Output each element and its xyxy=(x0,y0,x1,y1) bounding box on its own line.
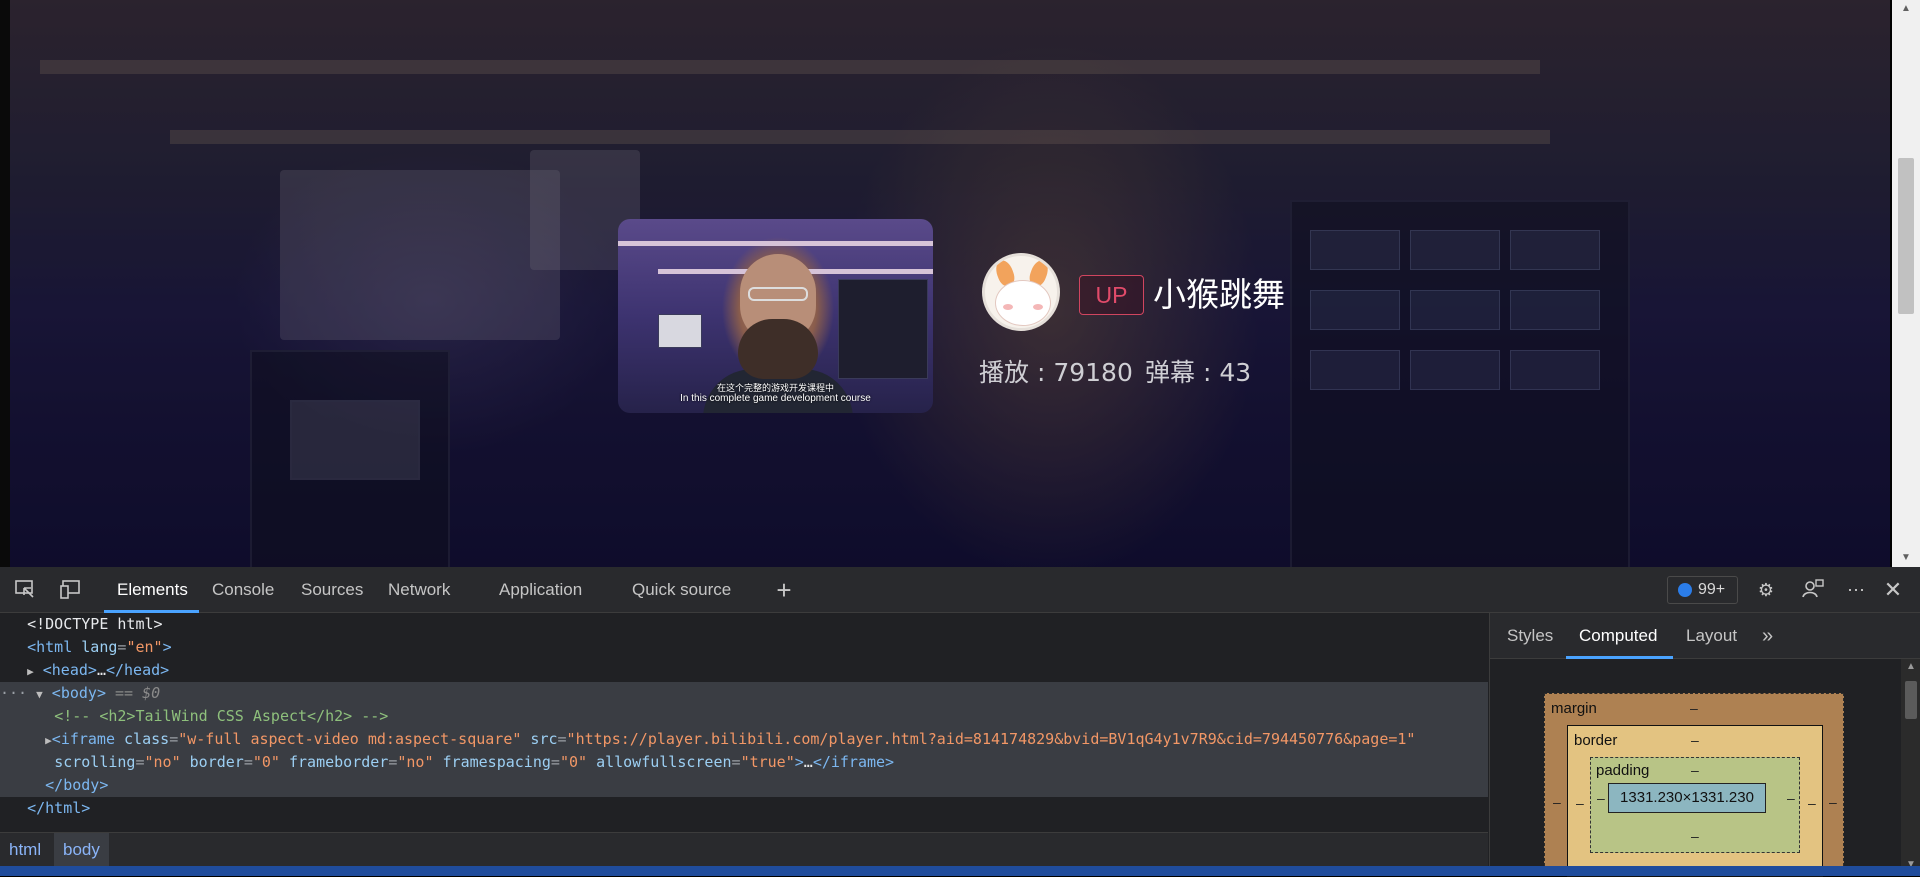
border-label: border xyxy=(1574,732,1618,749)
thumb-shelf xyxy=(618,241,933,246)
issues-button[interactable]: 99+ xyxy=(1667,576,1738,604)
uploader-avatar[interactable] xyxy=(982,253,1060,331)
dom-node-html-close[interactable]: </html> xyxy=(0,797,1488,820)
thumb-cabinet xyxy=(838,279,928,379)
danmaku-count: 弹幕 : 43 xyxy=(1145,358,1252,387)
device-toolbar-icon[interactable] xyxy=(58,577,84,603)
sidebar-tabs: Styles Computed Layout » xyxy=(1490,613,1920,659)
sidebar-scroll-thumb[interactable] xyxy=(1905,681,1917,719)
taskbar-edge xyxy=(0,866,1920,876)
border-top-value: – xyxy=(1691,732,1699,748)
devtools-panel: Elements Console Sources Network Applica… xyxy=(0,567,1920,877)
breadcrumb-body[interactable]: body xyxy=(54,833,109,867)
issues-icon xyxy=(1678,583,1692,597)
dom-node-doctype[interactable]: <!DOCTYPE html> xyxy=(0,613,1488,636)
box-model-border[interactable]: border – – – padding – – – – 1331.230×13… xyxy=(1567,725,1823,877)
padding-left-value: – xyxy=(1597,790,1605,806)
inspect-icon[interactable] xyxy=(12,577,38,603)
avatar-cheek xyxy=(1033,304,1043,310)
subtitle-english: In this complete game development course xyxy=(680,393,871,404)
box-model-diagram: margin – – – border – – – padding – – – … xyxy=(1544,693,1844,877)
box-model-padding[interactable]: padding – – – – 1331.230×1331.230 xyxy=(1590,757,1800,853)
dom-node-comment[interactable]: <!-- <h2>TailWind CSS Aspect</h2> --> xyxy=(0,705,1488,728)
uploader-name[interactable]: 小猴跳舞 xyxy=(1153,273,1285,317)
page-scroll-thumb[interactable] xyxy=(1898,158,1914,314)
box-model-content[interactable]: 1331.230×1331.230 xyxy=(1608,783,1766,813)
collapse-arrow-icon[interactable]: ▼ xyxy=(36,688,43,701)
avatar-cheek xyxy=(1003,304,1013,310)
tab-elements[interactable]: Elements xyxy=(117,567,188,613)
border-right-value: – xyxy=(1808,795,1816,811)
up-badge: UP xyxy=(1079,275,1144,315)
thumb-person-beard xyxy=(738,319,818,379)
expand-arrow-icon[interactable]: ▶ xyxy=(27,665,34,678)
padding-top-value: – xyxy=(1691,762,1699,778)
tab-sources[interactable]: Sources xyxy=(301,567,363,613)
scroll-up-arrow-icon[interactable]: ▲ xyxy=(1901,661,1920,672)
close-icon[interactable]: ✕ xyxy=(1880,577,1906,603)
avatar-face xyxy=(995,280,1051,326)
styles-sidebar: Styles Computed Layout » margin – – – bo… xyxy=(1489,613,1920,877)
breadcrumb: html body xyxy=(0,832,1488,867)
scroll-up-arrow-icon[interactable]: ▲ xyxy=(1892,0,1920,18)
margin-left-value: – xyxy=(1553,794,1561,810)
feedback-icon[interactable] xyxy=(1800,577,1826,603)
dom-node-body[interactable]: ··· ▼ <body> == $0 xyxy=(0,682,1488,705)
tab-computed[interactable]: Computed xyxy=(1579,613,1657,659)
box-model-margin[interactable]: margin – – – border – – – padding – – – … xyxy=(1544,693,1844,877)
thumb-monitor xyxy=(658,314,702,348)
thumb-person-glasses xyxy=(748,287,808,301)
tab-application[interactable]: Application xyxy=(499,567,582,613)
page-scrollbar[interactable]: ▲ ▼ xyxy=(1892,0,1920,567)
page-edge xyxy=(0,0,10,567)
dom-node-body-close[interactable]: </body> xyxy=(0,774,1488,797)
tab-layout[interactable]: Layout xyxy=(1686,613,1737,659)
padding-label: padding xyxy=(1596,762,1650,779)
dom-tree: <!DOCTYPE html> <html lang="en"> ▶ <head… xyxy=(0,613,1488,831)
margin-label: margin xyxy=(1551,700,1597,717)
margin-top-value: – xyxy=(1690,700,1698,716)
dom-node-head[interactable]: ▶ <head>…</head> xyxy=(0,659,1488,682)
breadcrumb-html[interactable]: html xyxy=(0,833,50,867)
active-side-tab-indicator xyxy=(1566,656,1673,659)
padding-bottom-value: – xyxy=(1691,828,1699,844)
settings-icon[interactable]: ⚙ xyxy=(1753,577,1779,603)
tab-network[interactable]: Network xyxy=(388,567,450,613)
issues-count: 99+ xyxy=(1698,581,1726,598)
dom-node-iframe-cont[interactable]: scrolling="no" border="0" frameborder="n… xyxy=(0,751,1488,774)
expand-arrow-icon[interactable]: ▶ xyxy=(45,734,52,747)
devtools-toolbar: Elements Console Sources Network Applica… xyxy=(0,567,1920,613)
page-viewport: 在这个完整的游戏开发课程中 In this complete game deve… xyxy=(0,0,1920,567)
video-thumbnail[interactable]: 在这个完整的游戏开发课程中 In this complete game deve… xyxy=(618,219,933,413)
more-icon[interactable]: ⋯ xyxy=(1843,577,1869,603)
tab-console[interactable]: Console xyxy=(212,567,274,613)
dim-overlay xyxy=(0,0,1890,567)
play-count: 播放 : 79180 xyxy=(979,358,1133,387)
tab-styles[interactable]: Styles xyxy=(1507,613,1553,659)
tab-quick-source[interactable]: Quick source xyxy=(632,567,731,613)
dom-node-iframe[interactable]: ▶<iframe class="w-full aspect-video md:a… xyxy=(0,728,1488,751)
dom-node-html[interactable]: <html lang="en"> xyxy=(0,636,1488,659)
padding-right-value: – xyxy=(1787,790,1795,806)
margin-right-value: – xyxy=(1829,794,1837,810)
sidebar-scrollbar[interactable]: ▲ ▼ xyxy=(1901,659,1920,876)
add-tab-icon[interactable]: + xyxy=(771,577,797,603)
more-tabs-icon[interactable]: » xyxy=(1762,613,1773,659)
scroll-down-arrow-icon[interactable]: ▼ xyxy=(1892,549,1920,567)
border-left-value: – xyxy=(1576,795,1584,811)
